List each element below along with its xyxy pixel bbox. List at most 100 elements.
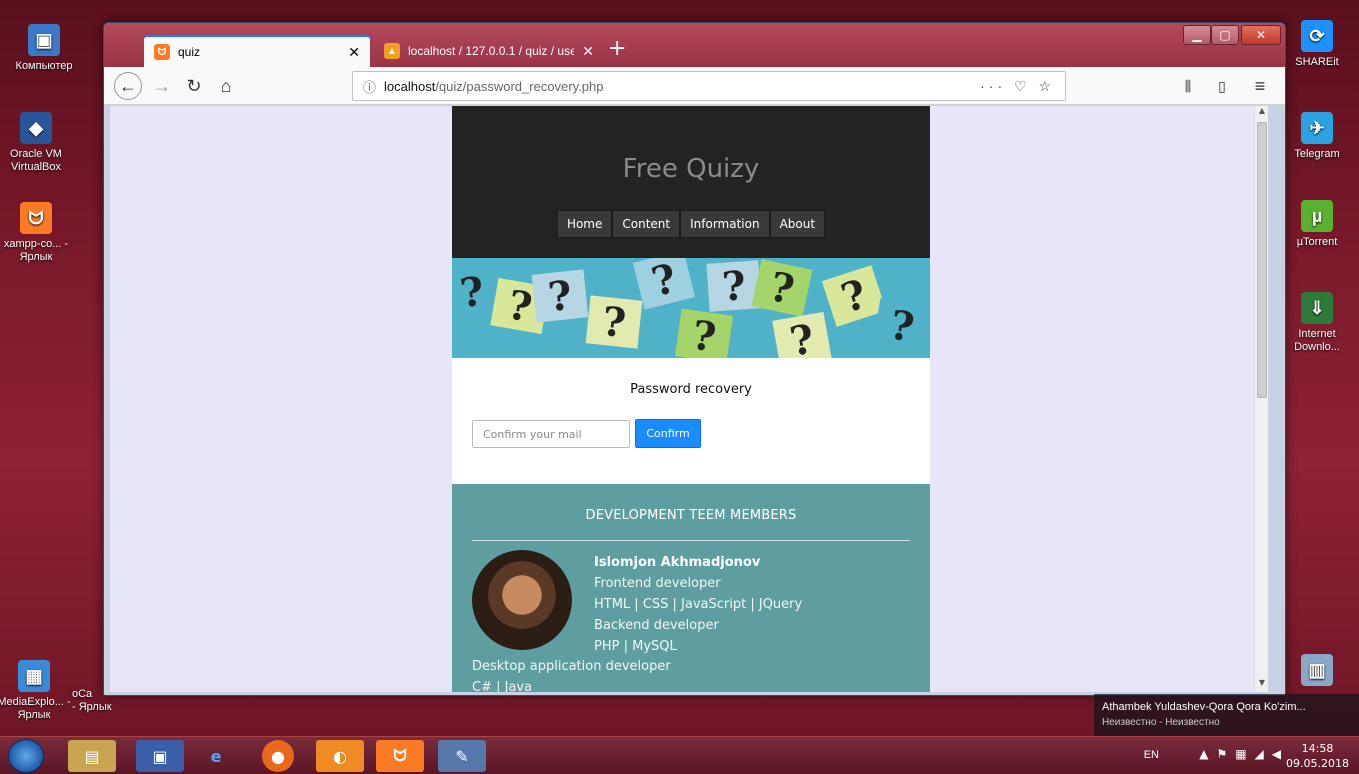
tab-title: quiz — [178, 45, 201, 59]
member-skills: HTML | CSS | JavaScript | JQuery — [594, 597, 803, 612]
notification-subtitle: Неизвестно - Неизвестно — [1102, 717, 1220, 728]
confirm-mail-input[interactable] — [472, 420, 630, 448]
page-viewport: Free Quizy Home Content Information Abou… — [110, 106, 1268, 692]
divider — [472, 540, 910, 541]
library-icon[interactable]: ⫼ — [1174, 72, 1202, 100]
title-bar: ᗢ quiz ✕ ▲ localhost / 127.0.0.1 / quiz … — [104, 23, 1285, 67]
desktop-icon-recycle-bin[interactable]: ▥ — [1275, 654, 1359, 690]
desktop-icon-shareit[interactable]: ⟳ SHAREit — [1275, 20, 1359, 69]
member-role: Frontend developer — [594, 576, 721, 591]
start-button[interactable] — [8, 739, 44, 773]
internet-download-manager-icon: ⇓ — [1301, 292, 1333, 324]
confirm-button[interactable]: Confirm — [635, 419, 701, 448]
member-role: Backend developer — [594, 618, 719, 633]
close-icon[interactable]: ✕ — [582, 43, 594, 60]
nav-about[interactable]: About — [769, 210, 826, 238]
explorer-icon[interactable]: ▤ — [68, 740, 116, 772]
close-window-button[interactable]: ✕ — [1241, 25, 1281, 45]
banner-card: ? — [772, 311, 832, 358]
address-bar[interactable]: ⓘ localhost /quiz/password_recovery.php … — [352, 71, 1066, 101]
phpmyadmin-icon: ▲ — [384, 43, 400, 59]
member-info: Islomjon Akhmadjonov Frontend developer … — [594, 552, 802, 657]
desktop-icon-computer[interactable]: ▣ Компьютер — [2, 24, 86, 73]
sidebar-icon[interactable]: ▯ — [1208, 72, 1236, 100]
site-nav: Home Content Information About — [452, 210, 930, 238]
member-extra-info: Desktop application developer C# | Java — [472, 656, 671, 692]
recycle-bin-icon: ▥ — [1301, 654, 1333, 686]
media-explorer-icon: ▦ — [18, 660, 50, 692]
virtualbox-icon: ◆ — [20, 112, 52, 144]
reload-button[interactable]: ↻ — [180, 72, 208, 100]
desktop-icon-telegram[interactable]: ✈ Telegram — [1275, 112, 1359, 161]
scroll-up-arrow[interactable]: ▲ — [1255, 106, 1268, 120]
info-icon[interactable]: ⓘ — [363, 77, 376, 96]
tab-quiz[interactable]: ᗢ quiz ✕ — [144, 35, 370, 67]
maximize-button[interactable]: ▢ — [1211, 25, 1239, 45]
member-skills: PHP | MySQL — [594, 639, 677, 654]
desktop-icon-media-explorer[interactable]: ▦ MediaExplo... - Ярлык — [0, 660, 76, 722]
banner-card: ? — [632, 258, 696, 310]
desktop-icon-label: MediaExplo... - Ярлык — [0, 696, 71, 721]
desktop-icon-label: µTorrent — [1296, 236, 1338, 248]
notification-title: Athambek Yuldashev-Qora Qora Ko'zim... — [1102, 701, 1306, 713]
team-heading: DEVELOPMENT TEEM MEMBERS — [585, 508, 797, 523]
member-skills: C# | Java — [472, 680, 533, 692]
internet-explorer-icon[interactable]: e — [192, 740, 240, 772]
desktop-icon-utorrent[interactable]: µ µTorrent — [1275, 200, 1359, 249]
desktop-icon-label: SHAREit — [1295, 56, 1339, 68]
floppy-icon[interactable]: ▣ — [136, 740, 184, 772]
desktop-icon-label: - Ярлык — [72, 701, 112, 713]
quiz-site: Free Quizy Home Content Information Abou… — [452, 106, 930, 692]
desktop-icon-label: Internet Downlo... — [1294, 328, 1340, 353]
forward-button[interactable]: → — [148, 72, 176, 100]
computer-icon: ▣ — [28, 24, 60, 56]
banner-card: ? — [674, 308, 734, 358]
menu-icon[interactable]: ≡ — [1246, 72, 1274, 100]
clock-date: 09.05.2018 — [1286, 757, 1349, 770]
member-role: Desktop application developer — [472, 659, 671, 674]
banner-card: ? — [872, 297, 930, 355]
site-title: Free Quizy — [622, 154, 760, 184]
uc-browser-icon[interactable]: ◐ — [316, 740, 364, 772]
back-button[interactable]: ← — [114, 72, 142, 100]
clock-time: 14:58 — [1301, 742, 1334, 755]
password-recovery-panel: Password recovery Confirm — [452, 358, 930, 484]
tab-phpmyadmin[interactable]: ▲ localhost / 127.0.0.1 / quiz / use ✕ — [374, 35, 604, 67]
url-path: /quiz/password_recovery.php — [435, 78, 604, 94]
page-actions[interactable]: ··· ♡ ☆ — [980, 78, 1055, 95]
browser-window: ᗢ quiz ✕ ▲ localhost / 127.0.0.1 / quiz … — [103, 22, 1286, 696]
language-indicator[interactable]: EN — [1144, 749, 1159, 761]
desktop-icon-idm[interactable]: ⇓ Internet Downlo... — [1275, 292, 1359, 354]
question-marks-banner: ? ? ? ? ? ? ? ? ? ? ? — [452, 258, 930, 358]
clock[interactable]: 14:58 09.05.2018 — [1286, 741, 1349, 771]
minimize-button[interactable]: ▁ — [1183, 25, 1211, 45]
desktop-icon-label: xampp-co... - Ярлык — [3, 238, 69, 263]
tab-title: localhost / 127.0.0.1 / quiz / use — [408, 44, 575, 58]
shareit-icon: ⟳ — [1301, 20, 1333, 52]
desktop-icon-virtualbox[interactable]: ◆ Oracle VM VirtualBox — [0, 112, 78, 174]
nav-content[interactable]: Content — [612, 210, 681, 238]
xampp-icon[interactable]: ᗢ — [376, 740, 424, 772]
desktop-icon-label: oCa — [72, 688, 93, 700]
taskbar: ▤ ▣ e ● ◐ ᗢ ✎ EN ▲⚑▦◢◀ 14:58 09.05.2018 — [0, 736, 1359, 774]
scroll-down-arrow[interactable]: ▼ — [1255, 678, 1268, 692]
navigation-toolbar: ← → ↻ ⌂ ⓘ localhost /quiz/password_recov… — [104, 67, 1285, 105]
scroll-thumb[interactable] — [1257, 122, 1267, 398]
new-tab-button[interactable]: + — [608, 37, 626, 61]
firefox-icon[interactable]: ● — [262, 740, 294, 772]
media-notification[interactable]: Athambek Yuldashev-Qora Qora Ko'zim... Н… — [1094, 694, 1359, 736]
banner-card: ? — [585, 295, 643, 349]
xampp-icon: ᗢ — [154, 44, 170, 60]
desktop-icon-xampp[interactable]: ᗢ xampp-co... - Ярлык — [0, 202, 78, 264]
vertical-scrollbar[interactable]: ▲ ▼ — [1254, 106, 1268, 692]
home-button[interactable]: ⌂ — [212, 72, 240, 100]
tray-icons[interactable]: ▲⚑▦◢◀ — [1199, 747, 1289, 761]
paint-icon[interactable]: ✎ — [438, 740, 486, 772]
nav-home[interactable]: Home — [556, 210, 613, 238]
close-icon[interactable]: ✕ — [348, 44, 360, 61]
nav-information[interactable]: Information — [680, 210, 770, 238]
development-team-section: DEVELOPMENT TEEM MEMBERS Islomjon Akhmad… — [452, 484, 930, 692]
url-host: localhost — [384, 78, 436, 94]
desktop-icon-label: Telegram — [1294, 148, 1340, 160]
password-recovery-heading: Password recovery — [630, 382, 752, 397]
